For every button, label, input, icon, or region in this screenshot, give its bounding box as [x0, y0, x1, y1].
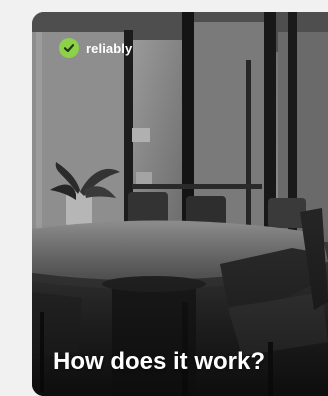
office-meeting-room-photo: [32, 12, 328, 396]
hero-card: reliably How does it work?: [32, 12, 328, 396]
brand-logo[interactable]: reliably: [59, 38, 132, 58]
hero-headline: How does it work?: [53, 348, 266, 375]
check-circle-icon: [59, 38, 79, 58]
brand-name: reliably: [86, 40, 133, 56]
